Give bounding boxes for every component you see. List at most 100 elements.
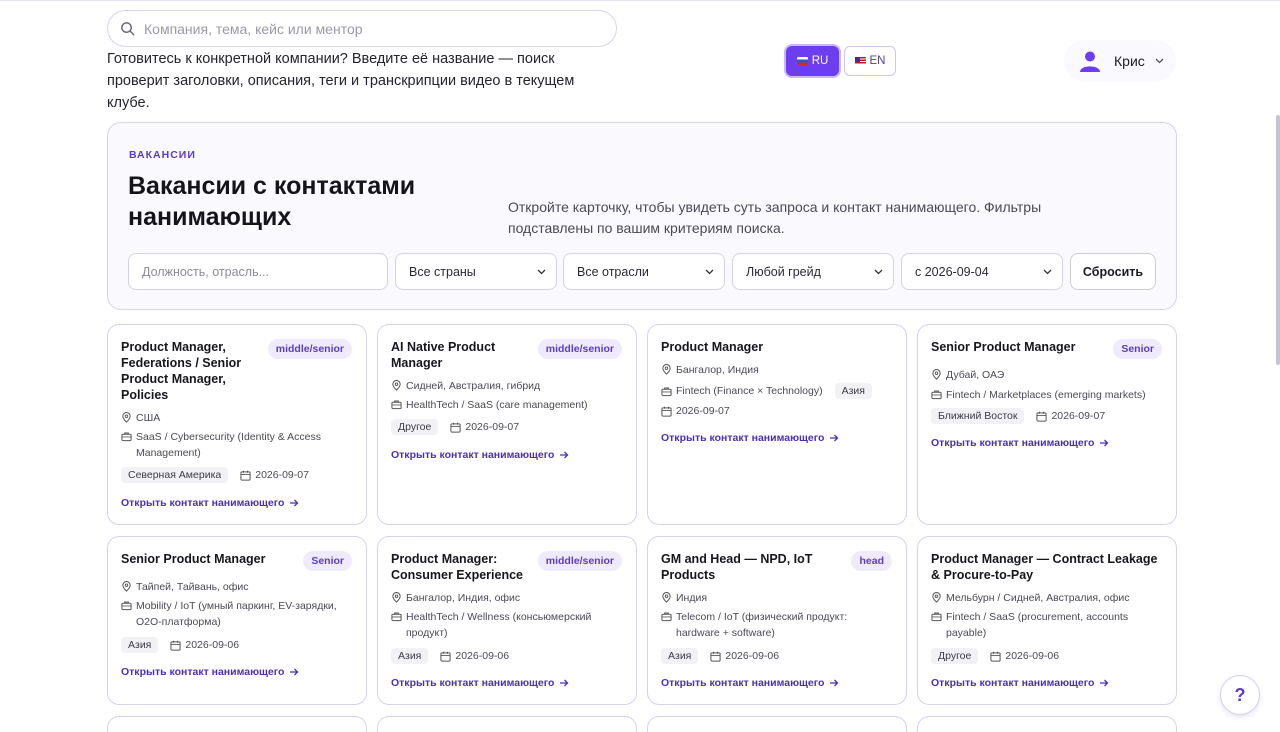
open-contact-link[interactable]: Открыть контакт нанимающего: [391, 677, 569, 689]
open-contact-link[interactable]: Открыть контакт нанимающего: [121, 666, 299, 678]
arrow-right-icon: [1099, 438, 1109, 448]
location-pin-icon: [391, 592, 402, 603]
calendar-icon: [710, 651, 721, 662]
page-scrollbar[interactable]: [1276, 115, 1280, 365]
arrow-right-icon: [829, 433, 839, 443]
calendar-icon: [990, 651, 1001, 662]
country-select[interactable]: Все страны: [395, 253, 557, 290]
arrow-right-icon: [559, 678, 569, 688]
region-tag: Азия: [121, 637, 159, 653]
vacancy-card[interactable]: Product Manager, Federations / Senior Pr…: [107, 324, 367, 525]
vacancy-location: Дубай, ОАЭ: [931, 367, 1004, 383]
arrow-right-icon: [559, 450, 569, 460]
open-contact-link[interactable]: Открыть контакт нанимающего: [121, 497, 299, 509]
panel-description: Откройте карточку, чтобы увидеть суть за…: [508, 199, 1042, 236]
vacancy-industry: Fintech / SaaS (procurement, accounts pa…: [931, 609, 1163, 641]
calendar-icon: [1036, 411, 1047, 422]
role-filter[interactable]: [128, 253, 388, 290]
grade-badge: middle/senior: [267, 339, 352, 359]
vacancy-card[interactable]: Product Manager: Consumer Experience mid…: [377, 536, 637, 705]
lang-ru-button[interactable]: RU: [786, 46, 839, 76]
grade-badge: Senior: [303, 551, 352, 571]
vacancy-card[interactable]: Product Manager — Contract Leakage & Pro…: [917, 536, 1177, 705]
location-pin-icon: [121, 581, 132, 592]
vacancy-card[interactable]: [647, 716, 907, 732]
user-menu[interactable]: Крис: [1064, 40, 1176, 82]
region-tag: Другое: [931, 648, 979, 664]
grade-select[interactable]: Любой грейд: [732, 253, 894, 290]
briefcase-icon: [121, 431, 132, 442]
vacancy-date: 2026-09-06: [455, 650, 510, 662]
flag-ru-icon: [796, 57, 808, 65]
calendar-icon: [661, 406, 672, 417]
chevron-down-icon: [874, 269, 883, 274]
vacancy-card[interactable]: Product Manager Бангалор, Индия Fintech …: [647, 324, 907, 525]
user-name: Крис: [1114, 53, 1145, 69]
date-select[interactable]: с 2026-09-04: [901, 253, 1063, 290]
grade-select-value: Любой грейд: [746, 264, 821, 279]
vacancy-industry: HealthTech / Wellness (консьюмерский про…: [391, 609, 623, 641]
arrow-right-icon: [289, 667, 299, 677]
global-search[interactable]: [107, 10, 617, 47]
calendar-icon: [170, 640, 181, 651]
vacancy-date: 2026-09-07: [1051, 410, 1106, 422]
briefcase-icon: [661, 611, 672, 622]
vacancy-title: Product Manager — Contract Leakage & Pro…: [931, 552, 1158, 582]
vacancy-meta: Азия 2026-09-06: [391, 648, 509, 664]
open-contact-link[interactable]: Открыть контакт нанимающего: [661, 677, 839, 689]
vacancy-card[interactable]: [107, 716, 367, 732]
lang-en-button[interactable]: EN: [844, 46, 896, 76]
role-filter-input[interactable]: [142, 264, 372, 279]
vacancy-card[interactable]: Senior Product Manager Senior Тайпей, Та…: [107, 536, 367, 705]
vacancy-location: Сидней, Австралия, гибрид: [391, 378, 540, 394]
vacancy-title: GM and Head — NPD, IoT Products: [661, 552, 813, 582]
industry-select-value: Все отрасли: [577, 264, 649, 279]
search-input[interactable]: [144, 20, 584, 37]
flag-us-icon: [854, 57, 866, 65]
vacancy-date-row: 2026-09-07: [661, 405, 730, 417]
open-contact-link[interactable]: Открыть контакт нанимающего: [931, 677, 1109, 689]
briefcase-icon: [391, 399, 402, 410]
vacancy-title: Senior Product Manager: [931, 340, 1076, 354]
vacancy-date: 2026-09-06: [1005, 650, 1060, 662]
briefcase-icon: [121, 600, 132, 611]
industry-select[interactable]: Все отрасли: [563, 253, 725, 290]
location-pin-icon: [931, 369, 942, 380]
calendar-icon: [240, 470, 251, 481]
briefcase-icon: [391, 611, 402, 622]
vacancy-card[interactable]: Senior Product Manager Senior Дубай, ОАЭ…: [917, 324, 1177, 525]
location-pin-icon: [661, 592, 672, 603]
vacancy-industry: Telecom / IoT (физический продукт: hardw…: [661, 609, 893, 641]
calendar-icon: [450, 422, 461, 433]
vacancy-card[interactable]: GM and Head — NPD, IoT Products head Инд…: [647, 536, 907, 705]
briefcase-icon: [931, 611, 942, 622]
open-contact-link[interactable]: Открыть контакт нанимающего: [661, 432, 839, 444]
vacancy-location: США: [121, 410, 160, 426]
vacancies-panel: ВАКАНСИИ Вакансии с контактами нанимающи…: [107, 122, 1177, 310]
page-title: Вакансии с контактами нанимающих: [128, 172, 416, 231]
vacancy-meta: Северная Америка 2026-09-07: [121, 467, 309, 483]
vacancy-meta: Азия 2026-09-06: [661, 648, 779, 664]
location-pin-icon: [391, 380, 402, 391]
open-contact-link[interactable]: Открыть контакт нанимающего: [931, 437, 1109, 449]
location-pin-icon: [661, 364, 672, 375]
vacancy-card[interactable]: [917, 716, 1177, 732]
help-button[interactable]: ?: [1220, 675, 1260, 715]
region-tag: Другое: [391, 419, 439, 435]
vacancy-meta: Ближний Восток 2026-09-07: [931, 408, 1105, 424]
vacancy-industry: Fintech (Finance × Technology): [676, 385, 823, 397]
region-tag: Северная Америка: [121, 467, 229, 483]
user-avatar-icon: [1080, 51, 1100, 72]
grade-badge: middle/senior: [537, 551, 622, 571]
grade-badge: middle/senior: [537, 339, 622, 359]
reset-filters-button[interactable]: Сбросить: [1070, 253, 1156, 290]
location-pin-icon: [121, 412, 132, 423]
vacancy-industry: Mobility / IoT (умный паркинг, EV-зарядк…: [121, 598, 353, 630]
vacancy-card[interactable]: [377, 716, 637, 732]
vacancy-date: 2026-09-06: [185, 639, 240, 651]
vacancy-location: Мельбурн / Сидней, Австралия, офис: [931, 590, 1129, 606]
open-contact-link[interactable]: Открыть контакт нанимающего: [391, 449, 569, 461]
vacancy-card[interactable]: AI Native Product Manager middle/senior …: [377, 324, 637, 525]
vacancy-title: Senior Product Manager: [121, 552, 266, 566]
arrow-right-icon: [289, 498, 299, 508]
